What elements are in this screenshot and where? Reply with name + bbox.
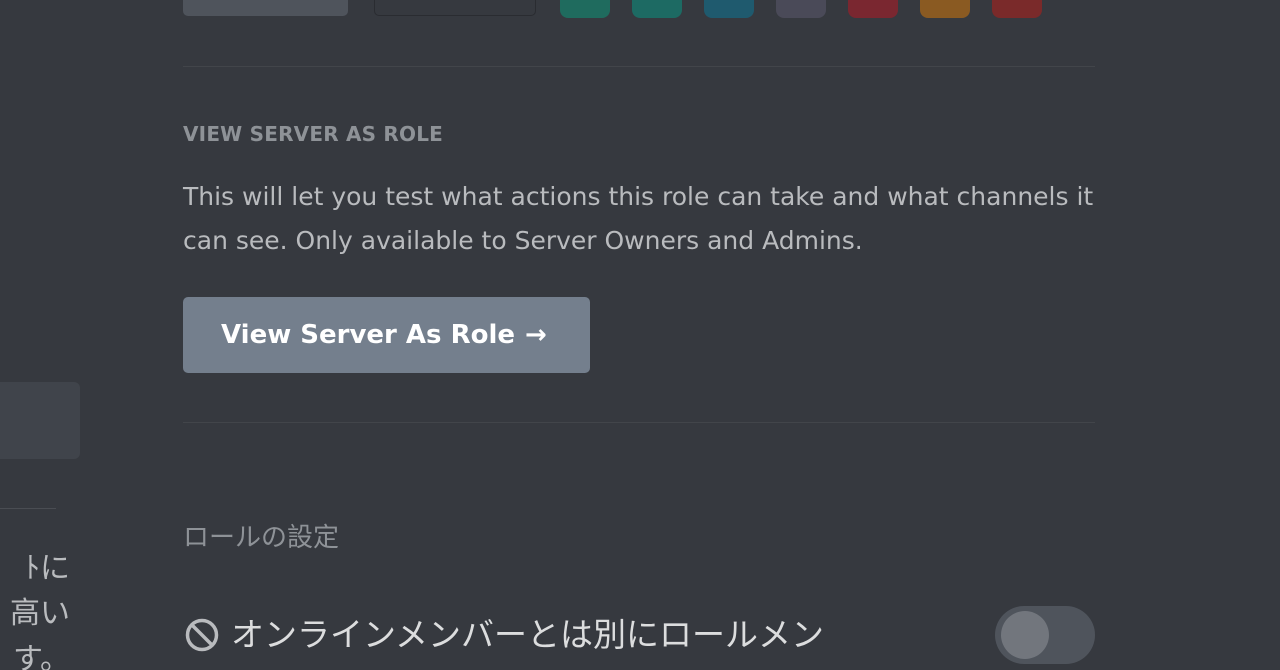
- color-swatch[interactable]: [704, 0, 754, 18]
- display-separately-toggle[interactable]: [995, 606, 1095, 664]
- color-swatch[interactable]: [920, 0, 970, 18]
- display-separately-option: オンラインメンバーとは別にロールメン: [183, 610, 824, 660]
- sidebar-divider: [0, 508, 56, 509]
- view-server-as-role-label: View Server As Role: [221, 320, 515, 350]
- custom-color-button[interactable]: [374, 0, 536, 16]
- section-divider: [183, 66, 1095, 67]
- sidebar-text-line: す。: [13, 642, 70, 670]
- color-swatch[interactable]: [992, 0, 1042, 18]
- role-settings-page: ﾄに 高い す。 VIEW SERVER AS ROLE This will l…: [0, 0, 1280, 670]
- color-swatch[interactable]: [776, 0, 826, 18]
- role-settings-heading: ロールの設定: [183, 523, 340, 553]
- arrow-right-icon: →: [525, 320, 547, 350]
- sidebar-text-line: ﾄに: [25, 551, 70, 586]
- block-icon: [183, 616, 221, 654]
- display-separately-label: オンラインメンバーとは別にロールメン: [231, 615, 825, 654]
- sidebar-text-line: 高い: [10, 596, 70, 631]
- view-as-role-description: This will let you test what actions this…: [183, 182, 1094, 255]
- sidebar-selected-item[interactable]: [0, 382, 80, 459]
- color-swatch[interactable]: [848, 0, 898, 18]
- section-divider: [183, 422, 1095, 423]
- toggle-knob: [1001, 611, 1049, 659]
- color-swatch[interactable]: [560, 0, 610, 18]
- view-as-role-title: VIEW SERVER AS ROLE: [183, 122, 444, 146]
- view-server-as-role-button[interactable]: View Server As Role →: [183, 297, 590, 373]
- default-color-button[interactable]: [183, 0, 348, 16]
- color-swatch[interactable]: [632, 0, 682, 18]
